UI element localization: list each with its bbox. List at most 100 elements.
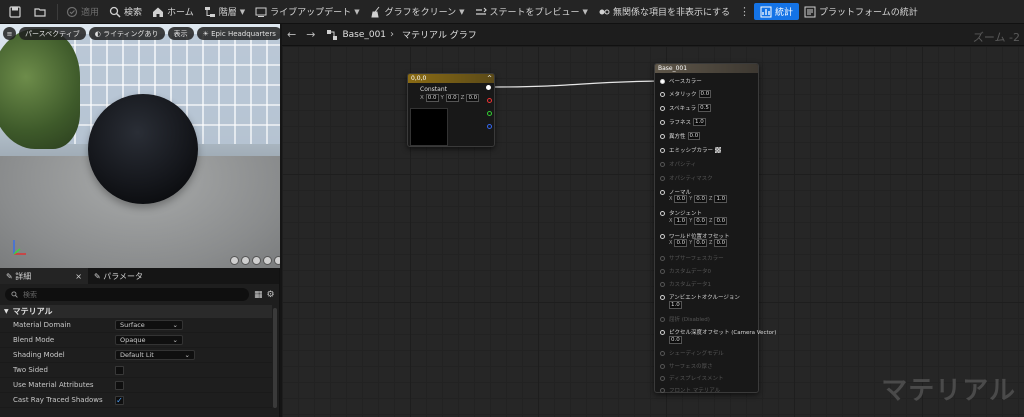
live-update-dropdown[interactable]: ライブアップデート ▼ bbox=[250, 2, 364, 22]
node-header[interactable]: Base_001 bbox=[655, 64, 758, 73]
perspective-button[interactable]: パースペクティブ bbox=[19, 27, 86, 40]
pin-anisotropy[interactable]: 異方性 0.0 bbox=[660, 132, 701, 140]
environment-button[interactable]: ☀ Epic Headquarters bbox=[196, 27, 280, 40]
pin-base-color[interactable]: ベースカラー bbox=[660, 77, 702, 85]
pin-shading-model[interactable]: シェーディングモデル bbox=[660, 349, 724, 357]
cylinder-icon[interactable] bbox=[230, 256, 239, 265]
more-options-icon[interactable]: ⋮ bbox=[735, 5, 754, 18]
pdo-field[interactable]: 0.0 bbox=[669, 336, 682, 344]
hierarchy-dropdown[interactable]: 階層 ▼ bbox=[199, 2, 250, 22]
x-value-field[interactable]: 0.0 bbox=[425, 94, 439, 102]
forward-arrow-icon[interactable]: → bbox=[306, 28, 315, 41]
cube-icon[interactable] bbox=[263, 256, 272, 265]
output-pin-r[interactable] bbox=[487, 98, 492, 103]
tab-details[interactable]: ✎ 詳細 × bbox=[0, 268, 88, 284]
two-sided-checkbox[interactable] bbox=[115, 365, 124, 375]
material-graph-canvas[interactable]: 0,0,0 ^ Constant X 0.0 Y 0.0 Z 0.0 Base_001… bbox=[282, 46, 1024, 417]
property-row-material-domain: Material Domain Surface ⌄ bbox=[0, 318, 272, 333]
tangent-x-field[interactable]: 1.0 bbox=[674, 217, 688, 225]
plane-icon[interactable] bbox=[252, 256, 261, 265]
normal-z-field[interactable]: 1.0 bbox=[714, 195, 728, 203]
pin-opacity[interactable]: オパシティ bbox=[660, 160, 696, 168]
wpo-x-field[interactable]: 0.0 bbox=[674, 239, 688, 247]
clean-graph-dropdown[interactable]: グラフをクリーン ▼ bbox=[365, 2, 470, 22]
shading-model-combo[interactable]: Default Lit ⌄ bbox=[115, 350, 195, 360]
platform-stats-button[interactable]: プラットフォームの統計 bbox=[799, 2, 923, 22]
pin-icon bbox=[660, 210, 665, 216]
gear-icon[interactable]: ⚙ bbox=[267, 290, 275, 300]
save-button[interactable] bbox=[4, 2, 29, 22]
tangent-y-field[interactable]: 0.0 bbox=[694, 217, 707, 225]
tab-parameters[interactable]: ✎ パラメータ bbox=[88, 268, 149, 284]
checker-swatch-icon[interactable] bbox=[715, 147, 722, 153]
normal-x-field[interactable]: 0.0 bbox=[674, 195, 688, 203]
pin-label: ピクセル深度オフセット (Camera Vector) bbox=[669, 330, 777, 336]
z-value-field[interactable]: 0.0 bbox=[466, 94, 480, 102]
specular-field[interactable]: 0.5 bbox=[698, 104, 711, 112]
y-value-field[interactable]: 0.0 bbox=[445, 94, 459, 102]
output-pin-b[interactable] bbox=[487, 124, 492, 129]
cast-ray-traced-shadows-checkbox[interactable]: ✓ bbox=[115, 395, 124, 405]
output-pin-rgb[interactable] bbox=[486, 85, 491, 90]
chevron-down-icon: ▼ bbox=[4, 308, 9, 315]
anisotropy-field[interactable]: 0.0 bbox=[687, 132, 701, 140]
roughness-field[interactable]: 1.0 bbox=[693, 118, 706, 126]
pin-ambient-occlusion[interactable]: アンビエントオクルージョン bbox=[660, 293, 740, 301]
use-material-attributes-checkbox[interactable] bbox=[115, 380, 124, 390]
wpo-z-field[interactable]: 0.0 bbox=[714, 239, 728, 247]
pin-subsurface-color[interactable]: サブサーフェスカラー bbox=[660, 254, 724, 262]
close-icon[interactable]: × bbox=[75, 272, 82, 281]
pin-pixel-depth-offset[interactable]: ピクセル深度オフセット (Camera Vector) bbox=[660, 328, 776, 336]
blend-mode-combo[interactable]: Opaque ⌄ bbox=[115, 335, 183, 345]
constant3vector-node[interactable]: 0,0,0 ^ Constant X 0.0 Y 0.0 Z 0.0 bbox=[407, 73, 495, 147]
grid-view-icon[interactable]: ▦ bbox=[254, 290, 263, 300]
property-label: Use Material Attributes bbox=[13, 381, 94, 389]
node-title: 0,0,0 bbox=[411, 75, 427, 82]
pin-tangent[interactable]: タンジェント bbox=[660, 209, 702, 217]
lighting-button[interactable]: ◐ ライティングあり bbox=[88, 27, 165, 40]
material-preview-viewport[interactable]: ≡ パースペクティブ ◐ ライティングあり 表示 ☀ Epic Headquar… bbox=[0, 24, 280, 268]
apply-button[interactable]: 適用 bbox=[61, 2, 104, 22]
pin-displacement[interactable]: ディスプレイスメント bbox=[660, 374, 723, 382]
pin-surface-thickness[interactable]: サーフェスの厚さ bbox=[660, 362, 713, 370]
tangent-values: X 1.0 Y 0.0 Z 0.0 bbox=[669, 217, 728, 225]
tangent-z-field[interactable]: 0.0 bbox=[714, 217, 728, 225]
sphere-icon[interactable] bbox=[241, 256, 250, 265]
pin-icon bbox=[660, 91, 665, 97]
preview-state-dropdown[interactable]: ステートをプレビュー ▼ bbox=[470, 2, 593, 22]
material-section-header[interactable]: ▼ マテリアル bbox=[0, 305, 272, 318]
material-domain-combo[interactable]: Surface ⌄ bbox=[115, 320, 183, 330]
collapse-icon[interactable]: ^ bbox=[487, 75, 492, 82]
pin-custom-data-1[interactable]: カスタムデータ1 bbox=[660, 280, 711, 288]
pin-metallic[interactable]: メタリック 0.0 bbox=[660, 90, 712, 98]
hide-unrelated-button[interactable]: 無関係な項目を非表示にする bbox=[593, 2, 735, 22]
back-arrow-icon[interactable]: ← bbox=[287, 28, 296, 41]
normal-y-field[interactable]: 0.0 bbox=[694, 195, 707, 203]
pin-front-material[interactable]: フロント マテリアル bbox=[660, 386, 720, 394]
pin-custom-data-0[interactable]: カスタムデータ0 bbox=[660, 267, 711, 275]
breadcrumb-asset[interactable]: Base_001 bbox=[342, 30, 386, 40]
pin-specular[interactable]: スペキュラ 0.5 bbox=[660, 104, 711, 112]
pin-refraction[interactable]: 屈折 (Disabled) bbox=[660, 315, 710, 323]
browse-button[interactable] bbox=[29, 2, 54, 22]
details-scrollbar[interactable] bbox=[273, 308, 277, 408]
pin-emissive[interactable]: エミッシブカラー bbox=[660, 146, 722, 154]
node-header[interactable]: 0,0,0 ^ bbox=[408, 74, 494, 83]
teapot-icon[interactable] bbox=[274, 256, 280, 265]
pin-opacity-mask[interactable]: オパシティマスク bbox=[660, 174, 713, 182]
breadcrumb-graph[interactable]: マテリアル グラフ bbox=[402, 28, 477, 41]
show-button[interactable]: 表示 bbox=[167, 27, 194, 40]
wpo-y-field[interactable]: 0.0 bbox=[694, 239, 707, 247]
output-pin-g[interactable] bbox=[487, 111, 492, 116]
details-search-input[interactable]: 検索 bbox=[5, 288, 249, 301]
search-button[interactable]: 検索 bbox=[104, 2, 147, 22]
viewport-menu-button[interactable]: ≡ bbox=[3, 27, 16, 40]
pin-label: サブサーフェスカラー bbox=[669, 256, 724, 262]
pin-roughness[interactable]: ラフネス 1.0 bbox=[660, 118, 706, 126]
home-button[interactable]: ホーム bbox=[147, 2, 199, 22]
ao-field[interactable]: 1.0 bbox=[669, 301, 682, 309]
material-result-node[interactable]: Base_001 ベースカラー メタリック 0.0 スペキュラ 0.5 ラフネス 1.… bbox=[654, 63, 776, 394]
metallic-field[interactable]: 0.0 bbox=[698, 90, 712, 98]
stats-toggle-button[interactable]: 統計 bbox=[754, 3, 800, 20]
pin-icon bbox=[660, 133, 665, 139]
